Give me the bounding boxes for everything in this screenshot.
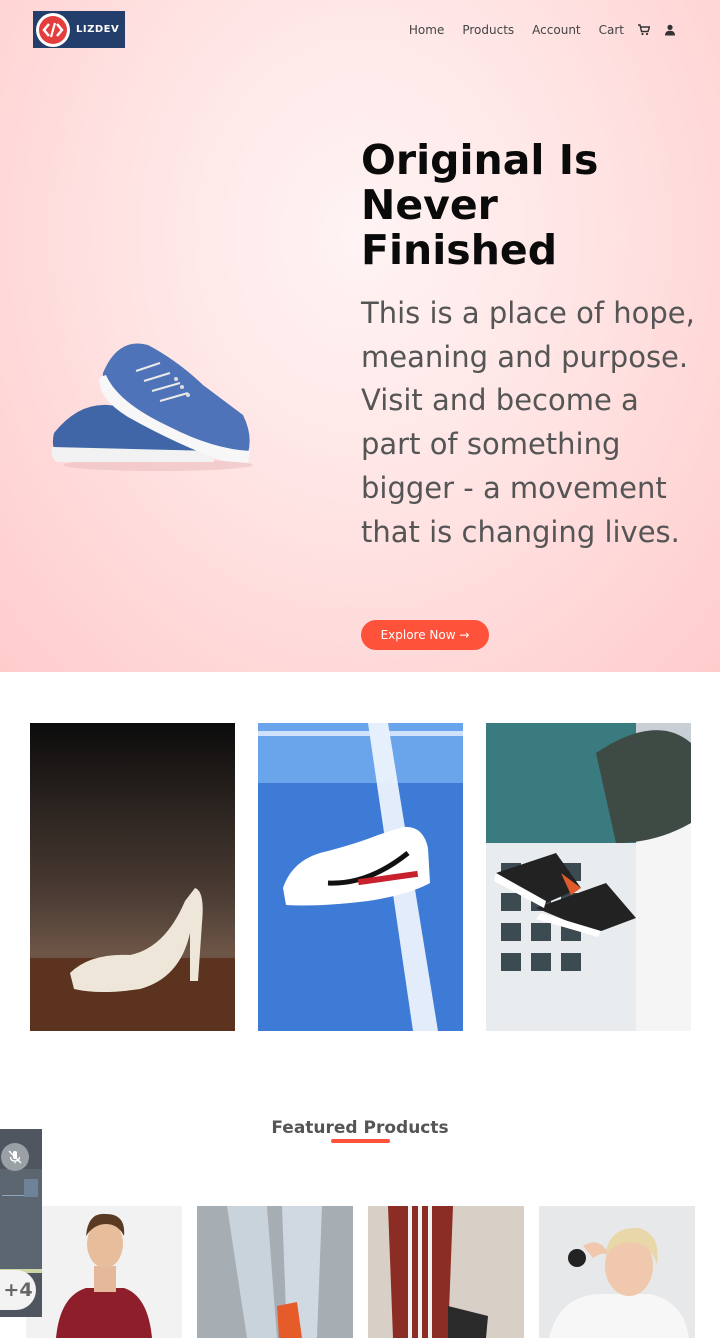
hero-title: Original Is Never Finished bbox=[361, 136, 599, 274]
explore-now-button[interactable]: Explore Now → bbox=[361, 620, 489, 650]
brand-logo[interactable]: LIZDEV bbox=[33, 11, 125, 48]
category-sneaker-image[interactable] bbox=[258, 723, 463, 1031]
product-image-watch[interactable] bbox=[539, 1206, 695, 1338]
product-image-jeans[interactable] bbox=[197, 1206, 353, 1338]
brand-name: LIZDEV bbox=[76, 24, 120, 35]
hero-description: This is a place of hope, meaning and pur… bbox=[361, 296, 695, 549]
main-nav: Home Products Account Cart bbox=[391, 23, 676, 37]
nav-products[interactable]: Products bbox=[462, 23, 514, 37]
nav-home[interactable]: Home bbox=[409, 23, 444, 37]
product-image-tshirt[interactable] bbox=[26, 1206, 182, 1338]
nav-account[interactable]: Account bbox=[532, 23, 580, 37]
product-image-pants[interactable] bbox=[368, 1206, 524, 1338]
user-icon[interactable] bbox=[664, 24, 676, 36]
category-street-image[interactable] bbox=[486, 723, 691, 1031]
hero-shoe-image bbox=[48, 325, 258, 485]
cart-icon[interactable] bbox=[638, 24, 651, 36]
heading-underline bbox=[331, 1139, 390, 1143]
featured-products-heading: Featured Products bbox=[271, 1118, 449, 1138]
hero-section: LIZDEV Home Products Account Cart Origin… bbox=[0, 0, 720, 672]
nav-cart[interactable]: Cart bbox=[599, 23, 624, 37]
code-brackets-icon bbox=[36, 12, 70, 47]
category-heels-image[interactable] bbox=[30, 723, 235, 1031]
mic-off-icon[interactable] bbox=[1, 1143, 29, 1171]
